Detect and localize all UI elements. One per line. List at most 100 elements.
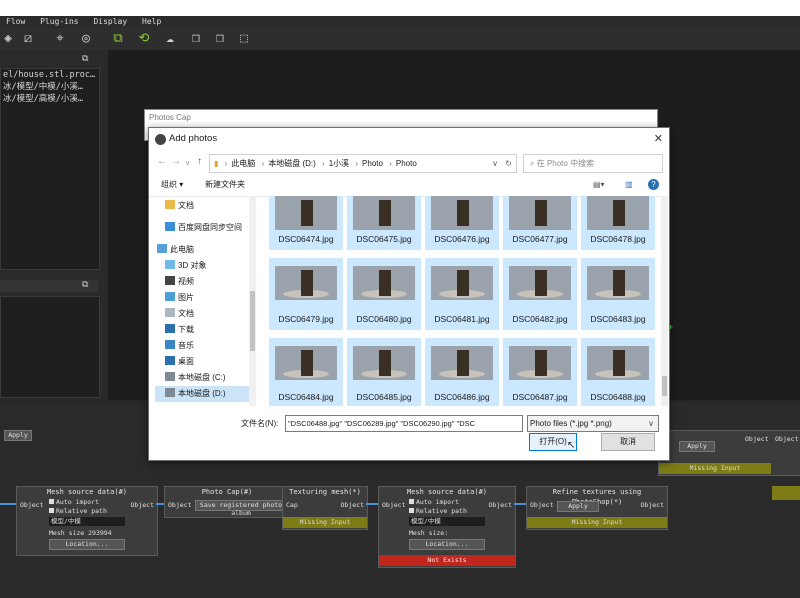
tool-8-icon[interactable]: ❒ <box>188 31 204 47</box>
menu-display[interactable]: Display <box>93 17 127 26</box>
location-button[interactable]: Location... <box>409 539 485 550</box>
file-item[interactable]: DSC06476.jpg <box>425 196 499 250</box>
tool-10-icon[interactable]: ⬚ <box>236 31 252 47</box>
chevron-down-icon[interactable]: ∨ <box>185 159 190 167</box>
menu-help[interactable]: Help <box>142 17 161 26</box>
file-item[interactable]: DSC06482.jpg <box>503 258 577 330</box>
float-icon[interactable]: ⧉ <box>82 54 88 64</box>
node-mesh-source-1[interactable]: Mesh source data(#) Object Object Auto i… <box>16 486 158 556</box>
tool-6-icon[interactable]: ⟲ <box>136 31 152 47</box>
file-item[interactable]: DSC06481.jpg <box>425 258 499 330</box>
port-in[interactable]: Object <box>168 501 191 509</box>
file-item[interactable]: DSC06486.jpg <box>425 338 499 406</box>
tool-3-icon[interactable]: ⌖ <box>52 31 68 47</box>
port-in[interactable]: Object <box>20 501 43 509</box>
breadcrumb-item[interactable]: 1小溪 <box>329 155 349 172</box>
node-right[interactable]: Apply Object Object Missing Input <box>658 430 800 476</box>
nav-item-drive-d[interactable]: 本地磁盘 (D:) <box>155 386 255 402</box>
nav-item-videos[interactable]: 视频 <box>165 274 255 290</box>
port-in[interactable]: Object <box>382 501 405 509</box>
file-scrollbar[interactable] <box>661 196 668 406</box>
help-icon[interactable]: ? <box>648 179 659 190</box>
nav-item-3d-objects[interactable]: 3D 对象 <box>165 258 255 274</box>
breadcrumb-item[interactable]: 此电脑 <box>231 155 255 172</box>
organize-button[interactable]: 组织 ▾ <box>161 174 183 196</box>
nav-item-documents-2[interactable]: 文档 <box>165 306 255 322</box>
tool-2-icon[interactable]: ⧄ <box>20 31 36 47</box>
port-out[interactable]: Object <box>489 501 512 509</box>
port-in[interactable]: Object <box>775 435 798 443</box>
new-folder-button[interactable]: 新建文件夹 <box>205 174 245 196</box>
port-out[interactable]: Object <box>341 501 364 509</box>
file-item[interactable]: DSC06477.jpg <box>503 196 577 250</box>
tool-1-icon[interactable]: ◈ <box>0 31 16 47</box>
back-arrow-icon[interactable]: ← <box>157 156 167 167</box>
view-options-icon[interactable]: ▤▾ <box>593 174 605 196</box>
checkbox[interactable] <box>49 499 54 504</box>
nav-label: 本地磁盘 (C:) <box>178 373 226 382</box>
file-item[interactable]: DSC06479.jpg <box>269 258 343 330</box>
preview-pane-icon[interactable]: ▥ <box>625 174 633 196</box>
nav-item-desktop[interactable]: 桌面 <box>165 354 255 370</box>
file-item[interactable]: DSC06485.jpg <box>347 338 421 406</box>
nav-scrollbar[interactable] <box>249 196 256 406</box>
search-box[interactable]: ⌕ 在 Photo 中搜索 <box>523 154 663 173</box>
scrollbar-thumb[interactable] <box>250 291 255 351</box>
tool-9-icon[interactable]: ❒ <box>212 31 228 47</box>
port-in[interactable]: Object <box>530 501 553 509</box>
nav-item-music[interactable]: 音乐 <box>165 338 255 354</box>
forward-arrow-icon[interactable]: → <box>171 156 181 167</box>
file-item[interactable]: DSC06487.jpg <box>503 338 577 406</box>
filename-input[interactable]: "DSC06488.jpg" "DSC06289.jpg" "DSC06290.… <box>285 415 523 432</box>
checkbox[interactable] <box>409 499 414 504</box>
file-item[interactable]: DSC06474.jpg <box>269 196 343 250</box>
tool-5-icon[interactable]: ⧉ <box>110 31 126 47</box>
node-photo-cap[interactable]: Photo Cap(#) Object Save registered phot… <box>164 486 290 518</box>
path-field[interactable]: 模型/中模 <box>409 517 485 526</box>
port-cap[interactable]: Cap <box>286 501 298 509</box>
menu-plugins[interactable]: Plug-ins <box>40 17 79 26</box>
file-item[interactable]: DSC06475.jpg <box>347 196 421 250</box>
nav-item-pictures[interactable]: 图片 <box>165 290 255 306</box>
refresh-icon[interactable]: ↻ <box>505 155 512 172</box>
cloud-icon[interactable]: ☁ <box>162 31 178 47</box>
node-refine-textures[interactable]: Refine textures using PhotoShop(*) Objec… <box>526 486 668 530</box>
path-field[interactable]: 模型/中模 <box>49 517 125 526</box>
checkbox[interactable] <box>49 508 54 513</box>
scrollbar-thumb[interactable] <box>662 376 667 396</box>
nav-item-documents[interactable]: 文档 <box>165 198 255 214</box>
apply-button[interactable]: Apply <box>679 441 715 452</box>
port-out[interactable]: Object <box>745 435 768 443</box>
filetype-select[interactable]: Photo files (*.jpg *.png) ∨ <box>527 415 659 432</box>
float-icon[interactable]: ⧉ <box>82 280 88 290</box>
tool-4-icon[interactable]: ◎ <box>78 31 94 47</box>
chevron-down-icon[interactable]: ∨ <box>492 155 498 172</box>
file-item[interactable]: DSC06478.jpg <box>581 196 655 250</box>
cancel-button[interactable]: 取消 <box>601 433 655 451</box>
nav-label: 3D 对象 <box>178 261 207 270</box>
apply-button[interactable]: Apply <box>557 501 599 512</box>
file-item[interactable]: DSC06480.jpg <box>347 258 421 330</box>
node-texturing-mesh[interactable]: Texturing mesh(*) Cap Object Missing Inp… <box>282 486 368 530</box>
save-album-button[interactable]: Save registered photo album <box>195 500 287 517</box>
port-out[interactable]: Object <box>131 501 154 509</box>
port-out[interactable]: Object <box>641 501 664 509</box>
file-item[interactable]: DSC06483.jpg <box>581 258 655 330</box>
menu-flow[interactable]: Flow <box>6 17 25 26</box>
breadcrumb-item[interactable]: 本地磁盘 (D:) <box>268 155 316 172</box>
breadcrumb-item[interactable]: Photo <box>396 155 417 172</box>
nav-item-drive-c[interactable]: 本地磁盘 (C:) <box>165 370 255 386</box>
breadcrumb-item[interactable]: Photo <box>362 155 383 172</box>
file-item[interactable]: DSC06484.jpg <box>269 338 343 406</box>
node-mesh-source-2[interactable]: Mesh source data(#) Object Object Auto i… <box>378 486 516 568</box>
close-icon[interactable]: ✕ <box>654 132 663 145</box>
address-bar[interactable]: ▮ › 此电脑 › 本地磁盘 (D:) › 1小溪 › Photo › Photo ∨ ↻ <box>209 154 517 173</box>
apply-button[interactable]: Apply <box>4 430 32 441</box>
file-item[interactable]: DSC06488.jpg <box>581 338 655 406</box>
nav-item-downloads[interactable]: 下载 <box>165 322 255 338</box>
nav-item-this-pc[interactable]: 此电脑 <box>157 242 247 258</box>
checkbox[interactable] <box>409 508 414 513</box>
location-button[interactable]: Location... <box>49 539 125 550</box>
up-arrow-icon[interactable]: ↑ <box>197 156 202 167</box>
nav-item-baidu[interactable]: 百度网盘同步空间 <box>165 220 255 236</box>
